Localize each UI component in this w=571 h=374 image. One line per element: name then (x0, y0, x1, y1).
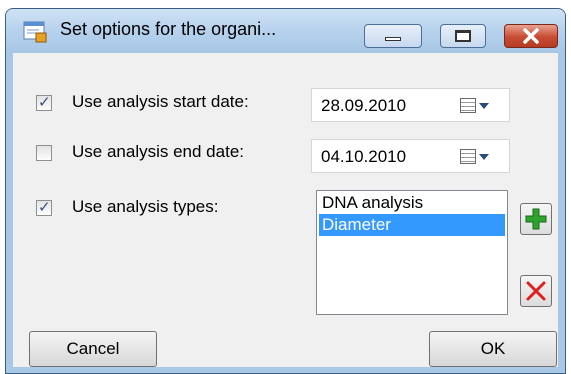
minimize-button[interactable] (364, 24, 422, 48)
end-date-picker[interactable]: 04.10.2010 (311, 139, 510, 173)
end-date-checkbox[interactable] (36, 145, 52, 161)
checkmark-icon: ✓ (38, 94, 51, 111)
end-date-value: 04.10.2010 (321, 147, 407, 166)
close-icon (523, 28, 539, 44)
minimize-icon (385, 37, 401, 41)
start-date-value: 28.09.2010 (321, 96, 407, 115)
maximize-icon (455, 30, 471, 42)
checkmark-icon: ✓ (38, 199, 51, 216)
start-date-picker[interactable]: 28.09.2010 (311, 88, 510, 122)
red-x-icon (526, 281, 546, 301)
window-form-icon (23, 21, 47, 43)
calendar-icon[interactable] (460, 98, 476, 113)
plus-icon (525, 208, 547, 230)
list-item[interactable]: DNA analysis (319, 192, 505, 214)
dialog-body: ✓ Use analysis start date: 28.09.2010 Us… (13, 53, 558, 367)
analysis-types-list[interactable]: DNA analysis Diameter (316, 190, 508, 315)
cancel-button[interactable]: Cancel (29, 331, 157, 367)
calendar-icon[interactable] (460, 149, 476, 164)
end-date-label: Use analysis end date: (72, 142, 244, 161)
dialog-window: Set options for the organi... ✓ Use anal… (5, 8, 566, 374)
analysis-types-checkbox[interactable]: ✓ (36, 199, 52, 216)
window-title: Set options for the organi... (60, 19, 277, 39)
dropdown-arrow-icon[interactable] (479, 103, 489, 109)
ok-button[interactable]: OK (429, 331, 557, 367)
title-bar[interactable]: Set options for the organi... (6, 9, 565, 53)
add-analysis-type-button[interactable] (520, 203, 552, 235)
analysis-types-label: Use analysis types: (72, 197, 219, 216)
remove-analysis-type-button[interactable] (520, 275, 552, 307)
list-item-selected[interactable]: Diameter (319, 214, 505, 236)
start-date-checkbox[interactable]: ✓ (36, 94, 52, 111)
dropdown-arrow-icon[interactable] (479, 154, 489, 160)
close-button[interactable] (504, 24, 558, 48)
maximize-button[interactable] (440, 24, 486, 48)
start-date-label: Use analysis start date: (72, 92, 249, 111)
